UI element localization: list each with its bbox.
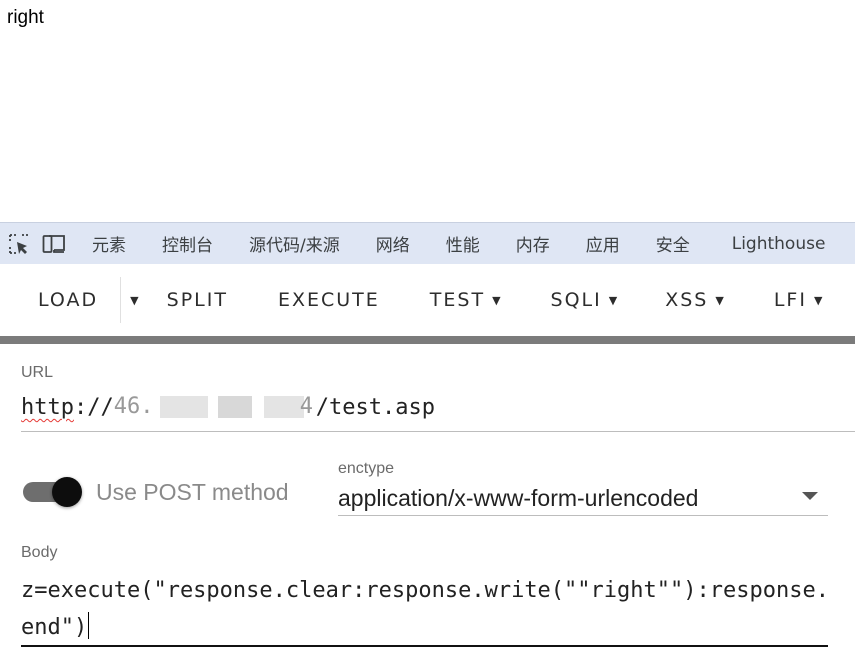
lfi-label: LFI xyxy=(773,289,807,311)
test-label: TEST xyxy=(429,289,486,311)
panel-divider-bar xyxy=(0,336,855,344)
load-dropdown-caret-icon[interactable]: ▼ xyxy=(130,294,138,307)
split-button[interactable]: SPLIT xyxy=(167,289,228,311)
tab-network[interactable]: 网络 xyxy=(376,231,410,256)
body-textarea[interactable]: z=execute("response.clear:response.write… xyxy=(21,572,833,646)
xss-label: XSS xyxy=(665,289,709,311)
body-label: Body xyxy=(21,544,58,561)
xss-menu-button[interactable]: XSS ▼ xyxy=(665,289,724,311)
inspect-element-icon[interactable] xyxy=(8,231,30,257)
url-scheme: http xyxy=(21,395,74,420)
post-method-label: Use POST method xyxy=(96,479,289,505)
body-underline xyxy=(21,645,828,647)
hackbar-toolbar: LOAD ▼ SPLIT EXECUTE TEST ▼ SQLI ▼ XSS ▼ LF… xyxy=(0,264,855,336)
test-menu-button[interactable]: TEST ▼ xyxy=(430,289,501,311)
url-input[interactable]: http://46. 4/test.asp xyxy=(21,394,435,420)
text-cursor xyxy=(88,612,90,639)
tab-application[interactable]: 应用 xyxy=(586,231,620,256)
url-underline xyxy=(21,431,855,432)
tab-console[interactable]: 控制台 xyxy=(162,231,213,256)
tab-performance[interactable]: 性能 xyxy=(446,231,480,256)
url-label: URL xyxy=(21,364,54,381)
load-button-divider xyxy=(120,277,122,323)
page-output-text: right xyxy=(7,7,44,28)
caret-down-icon: ▼ xyxy=(813,293,823,307)
enctype-label: enctype xyxy=(338,460,395,477)
tab-security[interactable]: 安全 xyxy=(656,231,690,256)
post-method-toggle[interactable] xyxy=(23,477,82,507)
lfi-menu-button[interactable]: LFI ▼ xyxy=(774,289,823,311)
sqli-menu-button[interactable]: SQLI ▼ xyxy=(551,289,618,311)
tab-lighthouse[interactable]: Lighthouse xyxy=(732,234,826,254)
caret-down-icon: ▼ xyxy=(608,293,618,307)
devtools-toolbar: 元素 控制台 源代码/来源 网络 性能 内存 应用 安全 Lighthouse xyxy=(0,222,855,264)
execute-button[interactable]: EXECUTE xyxy=(278,289,380,311)
toggle-knob xyxy=(52,477,82,507)
url-path: /test.asp xyxy=(315,395,435,420)
device-toolbar-icon[interactable] xyxy=(42,231,66,257)
enctype-select[interactable]: application/x-www-form-urlencoded xyxy=(338,485,698,512)
enctype-underline xyxy=(338,515,828,516)
body-text: z=execute("response.clear:response.write… xyxy=(21,578,829,640)
redacted-host: 46. 4 xyxy=(114,394,316,418)
caret-down-icon: ▼ xyxy=(492,293,501,307)
sqli-label: SQLI xyxy=(550,289,602,311)
tab-sources[interactable]: 源代码/来源 xyxy=(249,231,340,256)
redacted-host-fragment-end: 4 xyxy=(299,396,313,418)
url-scheme-separator: :// xyxy=(73,395,114,420)
tab-elements[interactable]: 元素 xyxy=(92,231,126,256)
load-button[interactable]: LOAD xyxy=(38,289,98,311)
caret-down-icon: ▼ xyxy=(715,293,724,307)
dropdown-arrow-icon[interactable] xyxy=(802,492,818,500)
tab-memory[interactable]: 内存 xyxy=(516,231,550,256)
